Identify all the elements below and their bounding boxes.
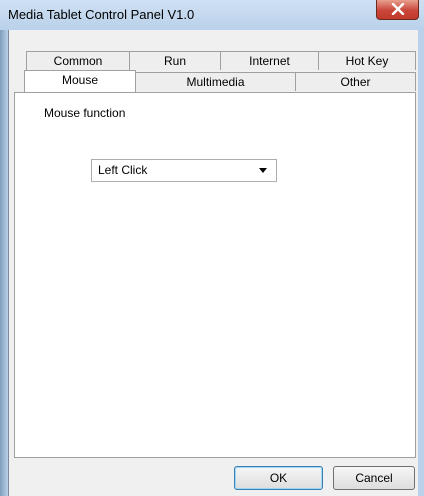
- close-icon: [391, 3, 405, 15]
- tab-label: Multimedia: [186, 75, 245, 89]
- tab-run[interactable]: Run: [129, 51, 221, 70]
- mouse-function-value: Left Click: [98, 163, 148, 177]
- mouse-function-label: Mouse function: [44, 106, 126, 120]
- window-frame-left: [0, 0, 8, 496]
- cancel-button-label: Cancel: [355, 471, 393, 485]
- mouse-function-select[interactable]: Left Click: [91, 159, 277, 182]
- cancel-button[interactable]: Cancel: [333, 466, 415, 490]
- mouse-tab-panel: [14, 92, 416, 458]
- app-window: Media Tablet Control Panel V1.0 Common R…: [0, 0, 424, 496]
- tab-mouse[interactable]: Mouse: [24, 70, 136, 92]
- tab-hot-key[interactable]: Hot Key: [318, 51, 416, 70]
- tab-label: Hot Key: [345, 54, 389, 68]
- tab-label: Internet: [249, 54, 290, 68]
- tab-label: Run: [163, 54, 186, 68]
- title-bar[interactable]: Media Tablet Control Panel V1.0: [0, 0, 424, 30]
- tab-multimedia[interactable]: Multimedia: [135, 72, 296, 91]
- tab-label: Mouse: [61, 73, 99, 87]
- tab-internet[interactable]: Internet: [220, 51, 319, 70]
- close-button[interactable]: [376, 0, 419, 20]
- tab-label: Common: [53, 54, 103, 68]
- ok-button-label: OK: [269, 471, 288, 485]
- window-title: Media Tablet Control Panel V1.0: [8, 7, 195, 22]
- tab-other[interactable]: Other: [295, 72, 416, 91]
- tab-label: Other: [340, 75, 371, 89]
- ok-button[interactable]: OK: [234, 466, 323, 490]
- chevron-down-icon: [259, 168, 267, 173]
- tab-common[interactable]: Common: [26, 51, 130, 70]
